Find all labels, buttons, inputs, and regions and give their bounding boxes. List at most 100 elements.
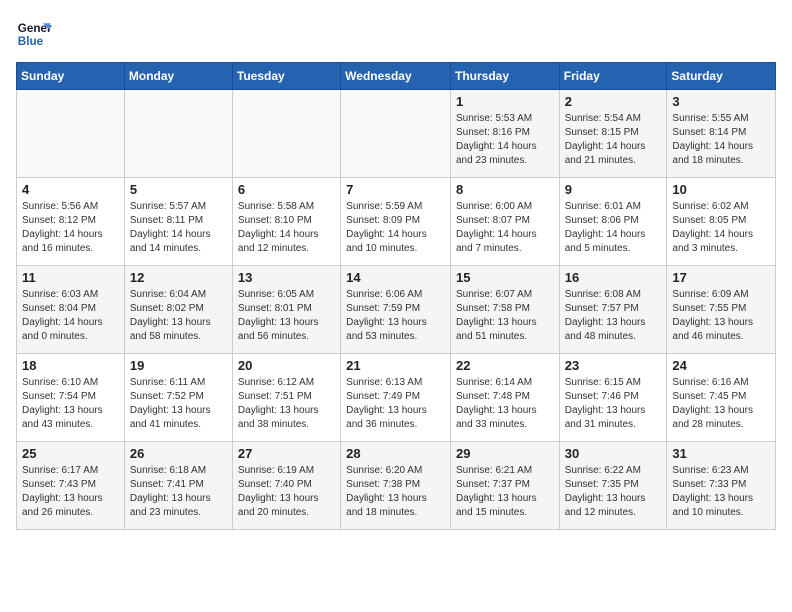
day-info: Sunrise: 6:16 AM Sunset: 7:45 PM Dayligh…: [672, 376, 770, 432]
calendar-cell: [232, 90, 340, 178]
day-info: Sunrise: 6:08 AM Sunset: 7:57 PM Dayligh…: [565, 288, 662, 344]
day-number: 16: [565, 270, 662, 285]
day-info: Sunrise: 6:07 AM Sunset: 7:58 PM Dayligh…: [456, 288, 554, 344]
day-info: Sunrise: 5:57 AM Sunset: 8:11 PM Dayligh…: [130, 200, 227, 256]
day-info: Sunrise: 6:20 AM Sunset: 7:38 PM Dayligh…: [346, 464, 445, 520]
calendar-cell: [341, 90, 451, 178]
day-info: Sunrise: 6:03 AM Sunset: 8:04 PM Dayligh…: [22, 288, 119, 344]
weekday-header: Wednesday: [341, 63, 451, 90]
day-info: Sunrise: 6:19 AM Sunset: 7:40 PM Dayligh…: [238, 464, 335, 520]
day-number: 22: [456, 358, 554, 373]
calendar-week-row: 1 Sunrise: 5:53 AM Sunset: 8:16 PM Daylig…: [17, 90, 776, 178]
weekday-header: Saturday: [667, 63, 776, 90]
day-info: Sunrise: 5:53 AM Sunset: 8:16 PM Dayligh…: [456, 112, 554, 168]
calendar-cell: 22 Sunrise: 6:14 AM Sunset: 7:48 PM Dayli…: [450, 354, 559, 442]
calendar-cell: 15 Sunrise: 6:07 AM Sunset: 7:58 PM Dayli…: [450, 266, 559, 354]
day-info: Sunrise: 6:06 AM Sunset: 7:59 PM Dayligh…: [346, 288, 445, 344]
calendar-cell: 30Sunrise: 6:22 AM Sunset: 7:35 PM Dayli…: [559, 442, 667, 530]
calendar-cell: 17Sunrise: 6:09 AM Sunset: 7:55 PM Dayli…: [667, 266, 776, 354]
day-number: 18: [22, 358, 119, 373]
svg-text:Blue: Blue: [18, 35, 44, 48]
weekday-header: Monday: [124, 63, 232, 90]
day-number: 1: [456, 94, 554, 109]
day-info: Sunrise: 6:10 AM Sunset: 7:54 PM Dayligh…: [22, 376, 119, 432]
day-info: Sunrise: 6:01 AM Sunset: 8:06 PM Dayligh…: [565, 200, 662, 256]
day-number: 28: [346, 446, 445, 461]
calendar-cell: 14 Sunrise: 6:06 AM Sunset: 7:59 PM Dayli…: [341, 266, 451, 354]
day-info: Sunrise: 6:04 AM Sunset: 8:02 PM Dayligh…: [130, 288, 227, 344]
day-info: Sunrise: 5:58 AM Sunset: 8:10 PM Dayligh…: [238, 200, 335, 256]
day-info: Sunrise: 6:14 AM Sunset: 7:48 PM Dayligh…: [456, 376, 554, 432]
calendar-cell: 23 Sunrise: 6:15 AM Sunset: 7:46 PM Dayli…: [559, 354, 667, 442]
day-info: Sunrise: 6:05 AM Sunset: 8:01 PM Dayligh…: [238, 288, 335, 344]
day-number: 15: [456, 270, 554, 285]
day-number: 5: [130, 182, 227, 197]
day-info: Sunrise: 6:15 AM Sunset: 7:46 PM Dayligh…: [565, 376, 662, 432]
day-number: 3: [672, 94, 770, 109]
calendar-cell: 12 Sunrise: 6:04 AM Sunset: 8:02 PM Dayli…: [124, 266, 232, 354]
logo: General Blue: [16, 16, 52, 52]
day-number: 29: [456, 446, 554, 461]
calendar-body: 1 Sunrise: 5:53 AM Sunset: 8:16 PM Daylig…: [17, 90, 776, 530]
weekday-header: Sunday: [17, 63, 125, 90]
calendar-week-row: 4Sunrise: 5:56 AM Sunset: 8:12 PM Daylig…: [17, 178, 776, 266]
day-number: 26: [130, 446, 227, 461]
weekday-header: Tuesday: [232, 63, 340, 90]
day-info: Sunrise: 5:54 AM Sunset: 8:15 PM Dayligh…: [565, 112, 662, 168]
calendar-cell: 25Sunrise: 6:17 AM Sunset: 7:43 PM Dayli…: [17, 442, 125, 530]
calendar-cell: [17, 90, 125, 178]
day-info: Sunrise: 6:17 AM Sunset: 7:43 PM Dayligh…: [22, 464, 119, 520]
calendar-cell: 28 Sunrise: 6:20 AM Sunset: 7:38 PM Dayli…: [341, 442, 451, 530]
calendar-table: SundayMondayTuesdayWednesdayThursdayFrid…: [16, 62, 776, 530]
day-number: 6: [238, 182, 335, 197]
day-number: 23: [565, 358, 662, 373]
day-number: 10: [672, 182, 770, 197]
day-number: 11: [22, 270, 119, 285]
calendar-cell: 21Sunrise: 6:13 AM Sunset: 7:49 PM Dayli…: [341, 354, 451, 442]
calendar-cell: 18 Sunrise: 6:10 AM Sunset: 7:54 PM Dayli…: [17, 354, 125, 442]
day-number: 13: [238, 270, 335, 285]
page-header: General Blue: [16, 16, 776, 52]
day-number: 2: [565, 94, 662, 109]
day-info: Sunrise: 5:59 AM Sunset: 8:09 PM Dayligh…: [346, 200, 445, 256]
day-info: Sunrise: 6:00 AM Sunset: 8:07 PM Dayligh…: [456, 200, 554, 256]
day-info: Sunrise: 6:02 AM Sunset: 8:05 PM Dayligh…: [672, 200, 770, 256]
day-info: Sunrise: 6:18 AM Sunset: 7:41 PM Dayligh…: [130, 464, 227, 520]
day-number: 9: [565, 182, 662, 197]
day-number: 19: [130, 358, 227, 373]
day-number: 30: [565, 446, 662, 461]
day-info: Sunrise: 6:11 AM Sunset: 7:52 PM Dayligh…: [130, 376, 227, 432]
calendar-cell: 27Sunrise: 6:19 AM Sunset: 7:40 PM Dayli…: [232, 442, 340, 530]
day-number: 12: [130, 270, 227, 285]
day-info: Sunrise: 5:55 AM Sunset: 8:14 PM Dayligh…: [672, 112, 770, 168]
weekday-header: Friday: [559, 63, 667, 90]
day-info: Sunrise: 6:23 AM Sunset: 7:33 PM Dayligh…: [672, 464, 770, 520]
day-number: 7: [346, 182, 445, 197]
calendar-cell: 1 Sunrise: 5:53 AM Sunset: 8:16 PM Daylig…: [450, 90, 559, 178]
calendar-week-row: 25Sunrise: 6:17 AM Sunset: 7:43 PM Dayli…: [17, 442, 776, 530]
calendar-cell: 24 Sunrise: 6:16 AM Sunset: 7:45 PM Dayli…: [667, 354, 776, 442]
calendar-cell: 10 Sunrise: 6:02 AM Sunset: 8:05 PM Dayli…: [667, 178, 776, 266]
calendar-cell: 7 Sunrise: 5:59 AM Sunset: 8:09 PM Daylig…: [341, 178, 451, 266]
day-info: Sunrise: 6:12 AM Sunset: 7:51 PM Dayligh…: [238, 376, 335, 432]
calendar-week-row: 18 Sunrise: 6:10 AM Sunset: 7:54 PM Dayli…: [17, 354, 776, 442]
calendar-cell: 6 Sunrise: 5:58 AM Sunset: 8:10 PM Daylig…: [232, 178, 340, 266]
calendar-cell: 26 Sunrise: 6:18 AM Sunset: 7:41 PM Dayli…: [124, 442, 232, 530]
calendar-week-row: 11 Sunrise: 6:03 AM Sunset: 8:04 PM Dayli…: [17, 266, 776, 354]
calendar-cell: 3 Sunrise: 5:55 AM Sunset: 8:14 PM Daylig…: [667, 90, 776, 178]
calendar-cell: 11 Sunrise: 6:03 AM Sunset: 8:04 PM Dayli…: [17, 266, 125, 354]
calendar-header-row: SundayMondayTuesdayWednesdayThursdayFrid…: [17, 63, 776, 90]
day-number: 31: [672, 446, 770, 461]
calendar-cell: 20 Sunrise: 6:12 AM Sunset: 7:51 PM Dayli…: [232, 354, 340, 442]
day-number: 14: [346, 270, 445, 285]
calendar-cell: 13 Sunrise: 6:05 AM Sunset: 8:01 PM Dayli…: [232, 266, 340, 354]
calendar-cell: 31 Sunrise: 6:23 AM Sunset: 7:33 PM Dayli…: [667, 442, 776, 530]
calendar-cell: 29Sunrise: 6:21 AM Sunset: 7:37 PM Dayli…: [450, 442, 559, 530]
day-number: 21: [346, 358, 445, 373]
calendar-cell: [124, 90, 232, 178]
calendar-cell: 5 Sunrise: 5:57 AM Sunset: 8:11 PM Daylig…: [124, 178, 232, 266]
day-number: 20: [238, 358, 335, 373]
day-number: 24: [672, 358, 770, 373]
calendar-cell: 4Sunrise: 5:56 AM Sunset: 8:12 PM Daylig…: [17, 178, 125, 266]
calendar-cell: 8Sunrise: 6:00 AM Sunset: 8:07 PM Daylig…: [450, 178, 559, 266]
